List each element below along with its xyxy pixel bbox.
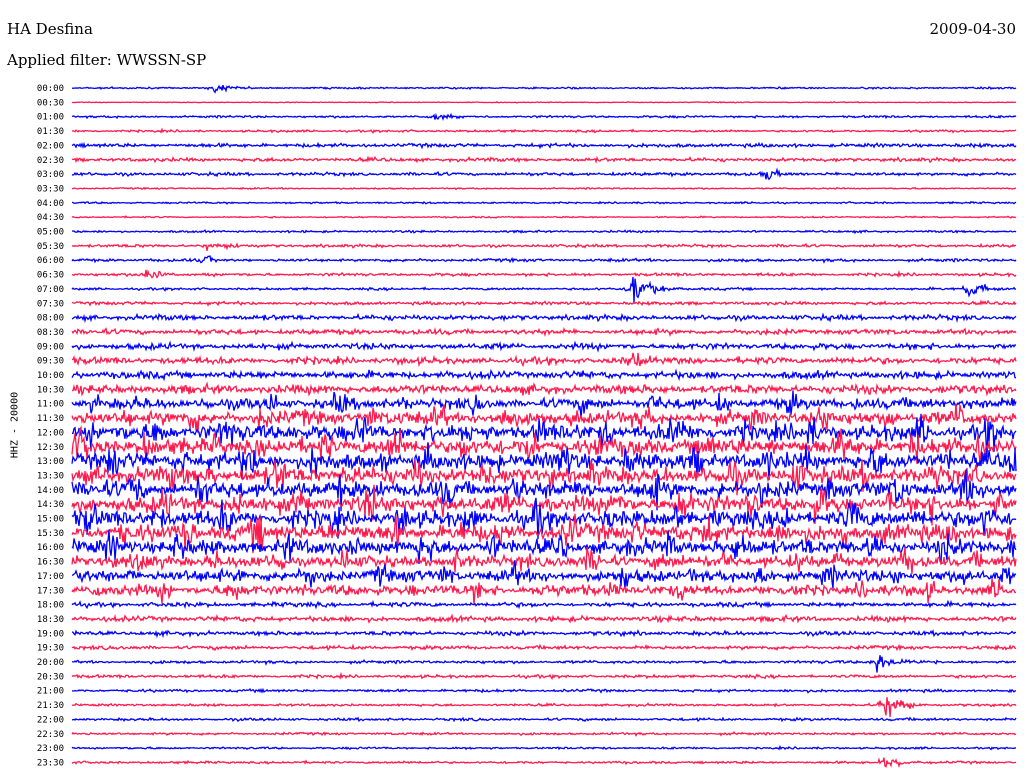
trace-row (71, 613, 1017, 624)
trace-row (71, 269, 1017, 279)
time-label-group: 00:00 00:30 01:00 01:30 02:00 02:30 03:00 03:30… (37, 84, 64, 768)
time-label: 07:00 (37, 285, 64, 295)
time-label: 05:30 (37, 242, 64, 252)
time-label: 20:30 (37, 672, 64, 682)
time-label: 11:00 (37, 400, 64, 410)
time-label: 09:30 (37, 357, 64, 367)
time-label: 22:00 (37, 715, 64, 725)
time-label: 08:00 (37, 314, 64, 324)
time-label: 19:30 (37, 644, 64, 654)
time-label: 04:30 (37, 213, 64, 223)
time-label: 07:30 (37, 299, 64, 309)
time-label: 14:30 (37, 500, 64, 510)
trace-row (71, 255, 1017, 264)
trace-row (71, 352, 1017, 368)
time-label: 23:30 (37, 758, 64, 768)
time-label: 03:00 (37, 170, 64, 180)
trace-row (71, 697, 1017, 718)
time-label: 13:30 (37, 471, 64, 481)
time-label: 12:30 (37, 443, 64, 453)
trace-row (71, 186, 1017, 191)
trace-row (71, 215, 1017, 219)
helicorder-plot: 00:00 00:30 01:00 01:30 02:00 02:30 03:00 03:30… (37, 84, 1017, 768)
trace-row (71, 312, 1017, 324)
time-label: 12:00 (37, 428, 64, 438)
trace-row (71, 643, 1017, 652)
trace-row (71, 276, 1017, 303)
time-label: 00:00 (37, 84, 64, 94)
trace-row (71, 327, 1017, 338)
trace-row (71, 731, 1017, 737)
trace-row (71, 340, 1017, 353)
time-label: 06:00 (37, 256, 64, 266)
trace-row (71, 167, 1017, 181)
trace-row (71, 368, 1017, 382)
time-label: 01:30 (37, 127, 64, 137)
time-label: 14:00 (37, 486, 64, 496)
trace-row (71, 381, 1017, 397)
trace-row (71, 716, 1017, 723)
trace-row (71, 112, 1017, 122)
time-label: 22:30 (37, 730, 64, 740)
trace-row (71, 100, 1017, 104)
time-label: 08:30 (37, 328, 64, 338)
time-label: 23:00 (37, 744, 64, 754)
time-label: 05:00 (37, 228, 64, 238)
trace-row (71, 578, 1017, 606)
time-label: 02:30 (37, 156, 64, 166)
trace-row (71, 200, 1017, 205)
time-label: 21:00 (37, 687, 64, 697)
time-label: 10:00 (37, 371, 64, 381)
trace-row (71, 127, 1017, 134)
time-label: 02:00 (37, 141, 64, 151)
time-label: 15:00 (37, 515, 64, 525)
time-label: 10:30 (37, 385, 64, 395)
time-label: 20:00 (37, 658, 64, 668)
time-label: 18:00 (37, 601, 64, 611)
time-label: 04:00 (37, 199, 64, 209)
trace-row (71, 141, 1017, 150)
time-label: 06:30 (37, 271, 64, 281)
trace-row (71, 299, 1017, 307)
time-label: 15:30 (37, 529, 64, 539)
time-label: 17:00 (37, 572, 64, 582)
time-label: 17:30 (37, 586, 64, 596)
time-label: 18:30 (37, 615, 64, 625)
time-label: 03:30 (37, 184, 64, 194)
trace-row (71, 242, 1017, 251)
time-label: 11:30 (37, 414, 64, 424)
trace-row (71, 84, 1017, 94)
time-label: 13:00 (37, 457, 64, 467)
time-label: 16:00 (37, 543, 64, 553)
time-label: 21:30 (37, 701, 64, 711)
trace-row (71, 628, 1017, 639)
trace-row (71, 757, 1017, 768)
time-label: 00:30 (37, 98, 64, 108)
time-label: 09:00 (37, 342, 64, 352)
time-label: 01:00 (37, 113, 64, 123)
trace-row (71, 687, 1017, 694)
time-label: 19:00 (37, 629, 64, 639)
trace-row (71, 655, 1017, 673)
trace-group (71, 84, 1017, 768)
trace-row (71, 744, 1017, 751)
trace-row (71, 599, 1017, 610)
trace-row (71, 155, 1017, 165)
trace-row (71, 229, 1017, 235)
trace-row (71, 671, 1017, 681)
time-label: 16:30 (37, 558, 64, 568)
